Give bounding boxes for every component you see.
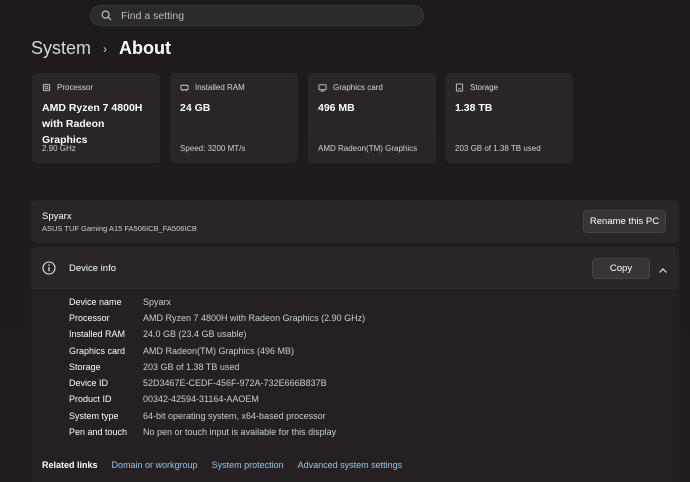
pc-name-row: Spyarx ASUS TUF Gaming A15 FA506ICB_FA50… [31, 200, 679, 243]
copy-button[interactable]: Copy [592, 258, 650, 279]
device-info-body: Device name Spyarx Processor AMD Ryzen 7… [31, 291, 679, 447]
spec-value: 203 GB of 1.38 TB used [143, 362, 240, 372]
search-box[interactable] [90, 5, 424, 26]
info-icon [42, 261, 56, 275]
card-value: 24 GB [180, 102, 211, 114]
spec-key: System type [69, 411, 119, 421]
card-value: 1.38 TB [455, 102, 493, 114]
gpu-icon [318, 83, 327, 92]
card-label: Graphics card [333, 83, 383, 92]
spec-row: Graphics card AMD Radeon(TM) Graphics (4… [69, 346, 294, 360]
spec-key: Installed RAM [69, 329, 126, 339]
spec-value: 00342-42594-31164-AAOEM [143, 394, 259, 404]
card-storage: Storage 1.38 TB 203 GB of 1.38 TB used [445, 73, 573, 163]
spec-value: AMD Ryzen 7 4800H with Radeon Graphics (… [143, 313, 366, 323]
card-sub: Speed: 3200 MT/s [180, 144, 246, 153]
card-processor: Processor AMD Ryzen 7 4800H with Radeon … [32, 73, 160, 163]
spec-row: Device name Spyarx [69, 297, 171, 311]
spec-row: Pen and touch No pen or touch input is a… [69, 427, 336, 441]
spec-row: Processor AMD Ryzen 7 4800H with Radeon … [69, 313, 365, 327]
card-label: Processor [57, 83, 94, 92]
breadcrumb: System › About [31, 38, 171, 59]
pc-name: Spyarx [42, 211, 72, 222]
spec-row: Storage 203 GB of 1.38 TB used [69, 362, 239, 376]
spec-row: Product ID 00342-42594-31164-AAOEM [69, 394, 259, 408]
spec-value: Spyarx [143, 297, 172, 307]
card-sub: 203 GB of 1.38 TB used [455, 144, 541, 153]
card-sub: 2.90 GHz [42, 144, 76, 153]
system-protection-link[interactable]: System protection [212, 460, 284, 470]
spec-value: 64-bit operating system, x64-based proce… [143, 411, 326, 421]
spec-value: AMD Radeon(TM) Graphics (496 MB) [143, 346, 295, 356]
ram-icon [180, 83, 189, 92]
chevron-up-icon[interactable] [658, 263, 668, 273]
spec-key: Storage [69, 362, 101, 372]
about-page: System › About Processor AMD Ryzen 7 480… [0, 0, 690, 482]
related-links-label: Related links [42, 459, 98, 470]
spec-key: Device name [69, 297, 122, 307]
card-value: 496 MB [318, 102, 355, 114]
spec-row: System type 64-bit operating system, x64… [69, 411, 326, 425]
spec-value: No pen or touch input is available for t… [143, 427, 337, 437]
search-icon [101, 10, 113, 22]
spec-key: Device ID [69, 378, 109, 388]
card-sub: AMD Radeon(TM) Graphics [318, 144, 418, 153]
spec-row: Device ID 52D3467E-CEDF-456F-972A-732E66… [69, 378, 327, 392]
spec-row: Installed RAM 24.0 GB (23.4 GB usable) [69, 329, 247, 343]
pc-model: ASUS TUF Gaming A15 FA506ICB_FA506ICB [42, 224, 197, 233]
advanced-system-settings-link[interactable]: Advanced system settings [298, 460, 403, 470]
breadcrumb-separator: › [103, 41, 108, 56]
domain-or-workgroup-link[interactable]: Domain or workgroup [112, 460, 198, 470]
breadcrumb-system[interactable]: System [31, 38, 91, 59]
spec-key: Graphics card [69, 346, 126, 356]
related-links: Related links Domain or workgroup System… [31, 447, 679, 482]
card-label: Installed RAM [195, 83, 245, 92]
spec-key: Product ID [69, 394, 112, 404]
search-input[interactable] [121, 9, 401, 22]
card-value: AMD Ryzen 7 4800H with Radeon Graphics [42, 102, 143, 146]
page-title: About [119, 38, 171, 58]
card-installed-ram: Installed RAM 24 GB Speed: 3200 MT/s [170, 73, 298, 163]
spec-value: 24.0 GB (23.4 GB usable) [143, 329, 247, 339]
spec-value: 52D3467E-CEDF-456F-972A-732E666B837B [143, 378, 327, 388]
device-info-header[interactable]: Device info Copy [31, 247, 679, 290]
storage-icon [455, 83, 464, 92]
spec-key: Processor [69, 313, 110, 323]
device-info-title: Device info [69, 263, 116, 274]
card-graphics: Graphics card 496 MB AMD Radeon(TM) Grap… [308, 73, 436, 163]
spec-key: Pen and touch [69, 427, 128, 437]
card-label: Storage [470, 83, 499, 92]
rename-pc-button[interactable]: Rename this PC [583, 210, 666, 233]
cpu-icon [42, 83, 51, 92]
